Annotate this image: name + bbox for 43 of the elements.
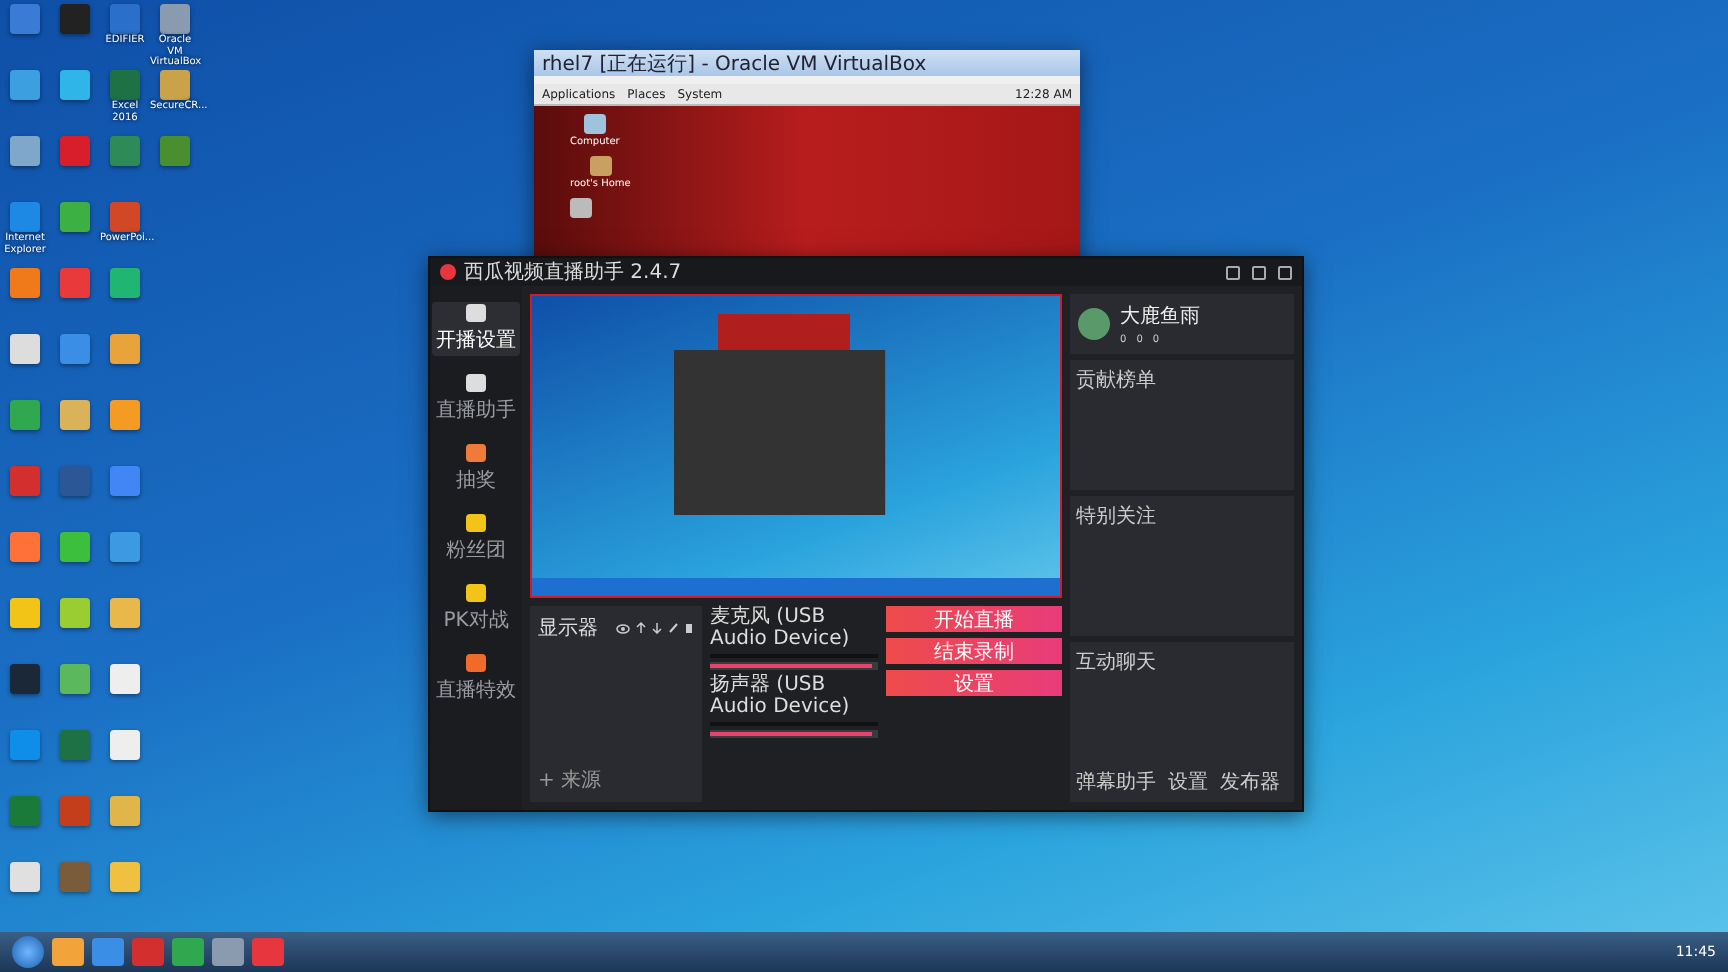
panel-title: 特别关注: [1076, 503, 1158, 531]
window-title: 西瓜视频直播助手 2.4.7: [464, 259, 682, 286]
footer-button[interactable]: 发布器: [1220, 768, 1280, 796]
window-title: rhel7 [正在运行] - Oracle VM VirtualBox: [542, 51, 927, 77]
maximize-button[interactable]: [1252, 265, 1266, 279]
audio-device-name: 扬声器 (USB Audio Device): [710, 674, 852, 718]
sidebar-item[interactable]: 直播特效: [432, 652, 520, 706]
start-button[interactable]: [12, 936, 44, 968]
sidebar-item[interactable]: 粉丝团: [442, 512, 510, 566]
action-button[interactable]: 结束录制: [886, 638, 1062, 664]
source-name: 显示器: [538, 616, 598, 642]
taskbar-app-icon[interactable]: [92, 938, 124, 966]
sidebar-item[interactable]: 开播设置: [432, 302, 520, 356]
volume-slider[interactable]: [710, 730, 878, 738]
footer-button[interactable]: 设置: [1168, 768, 1208, 796]
action-button[interactable]: 设置: [886, 670, 1062, 696]
footer-button[interactable]: 弹幕助手: [1076, 768, 1156, 796]
sidebar-item[interactable]: PK对战: [439, 582, 513, 636]
up-arrow-icon[interactable]: [636, 622, 646, 634]
sidebar-item[interactable]: 抽奖: [452, 442, 500, 496]
taskbar-app-icon[interactable]: [252, 938, 284, 966]
trash-icon[interactable]: [684, 622, 694, 634]
sidebar-item[interactable]: 直播助手: [432, 372, 520, 426]
desktop-icon[interactable]: [589, 156, 612, 176]
pencil-icon[interactable]: [668, 622, 678, 634]
volume-slider[interactable]: [710, 662, 878, 670]
minimize-button[interactable]: [1226, 265, 1240, 279]
audio-device-name: 麦克风 (USB Audio Device): [710, 606, 852, 650]
eye-icon[interactable]: [616, 623, 630, 633]
avatar: [1078, 308, 1110, 340]
taskbar-app-icon[interactable]: [212, 938, 244, 966]
panel-title: 互动聊天: [1076, 650, 1158, 677]
taskbar-app-icon[interactable]: [132, 938, 164, 966]
down-arrow-icon[interactable]: [652, 622, 662, 634]
app-logo-icon: [440, 264, 456, 280]
close-button[interactable]: [1278, 265, 1292, 279]
desktop-icon[interactable]: [570, 198, 592, 218]
taskbar-app-icon[interactable]: [172, 938, 204, 966]
add-source-button[interactable]: + 来源: [538, 766, 694, 794]
user-name: 大鹿鱼雨: [1120, 303, 1200, 330]
panel-title: 贡献榜单: [1076, 367, 1158, 394]
desktop-icon[interactable]: [583, 114, 606, 134]
action-button[interactable]: 开始直播: [886, 606, 1062, 632]
